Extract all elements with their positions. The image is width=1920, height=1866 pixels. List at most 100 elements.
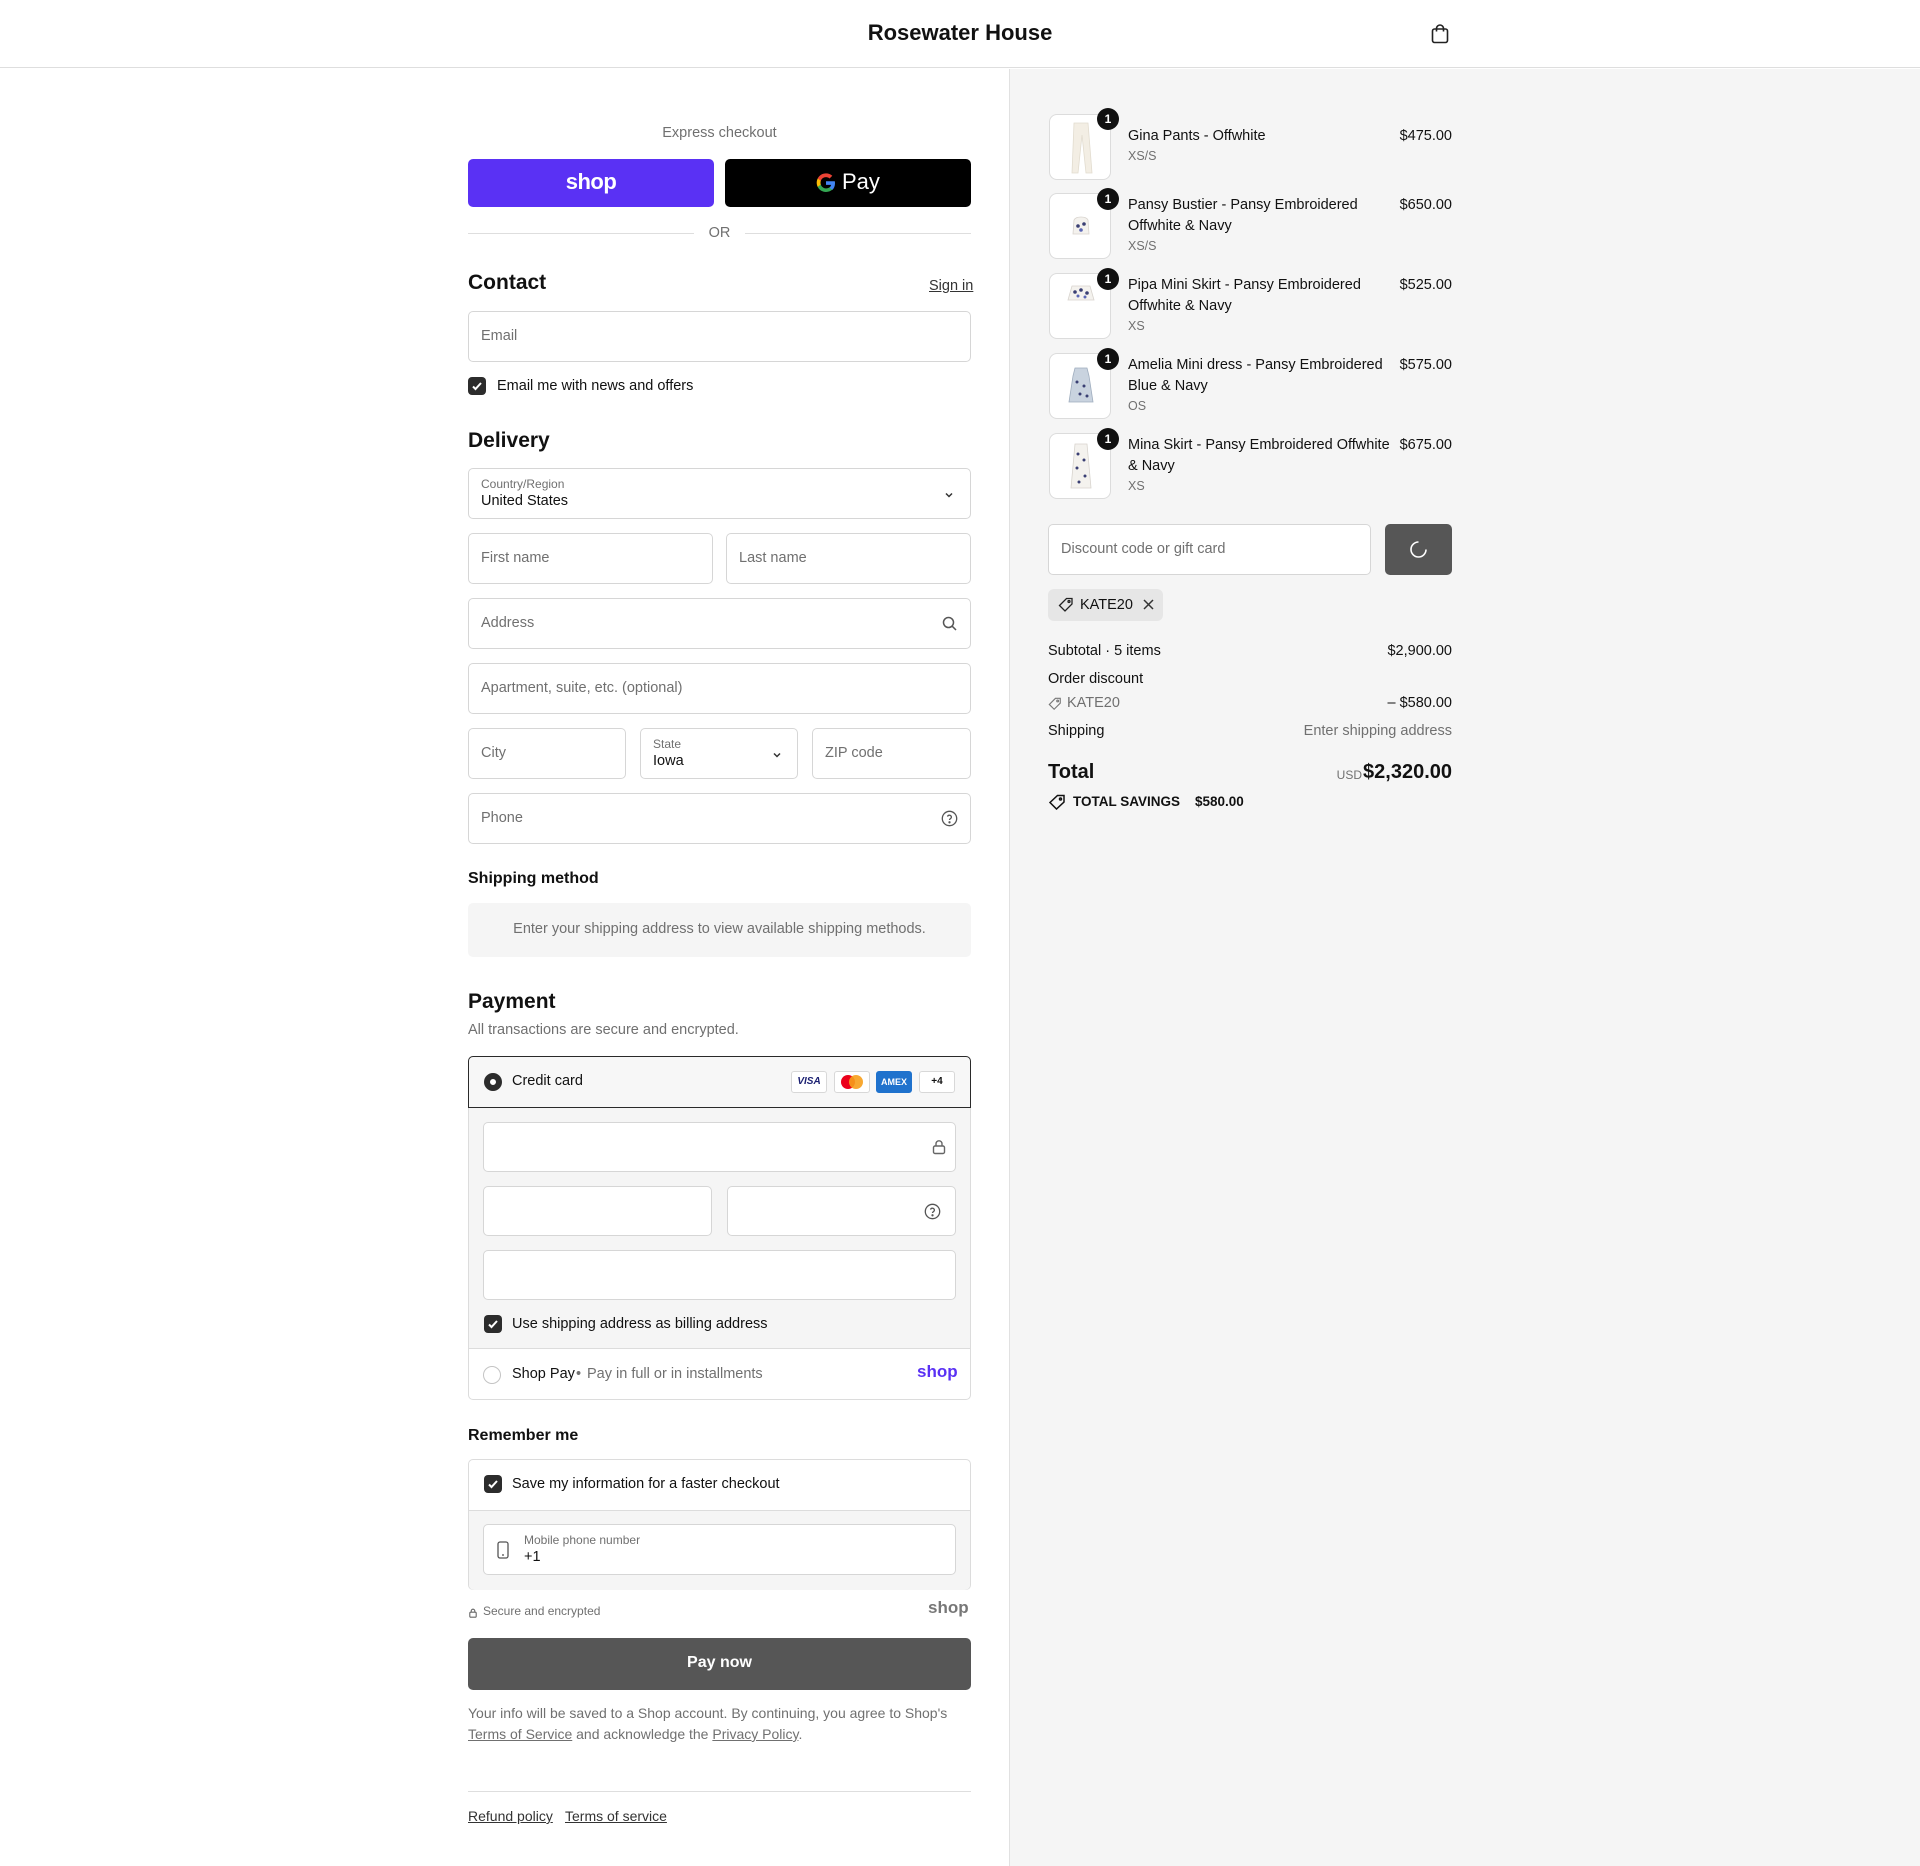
- applied-discount-tag: KATE20: [1048, 589, 1163, 621]
- shop-pay-logo: shop: [917, 1362, 958, 1381]
- secure-encrypted-text: Secure and encrypted: [483, 1604, 601, 1618]
- shopping-bag-icon[interactable]: [1428, 22, 1452, 46]
- small-lock-icon: [469, 1606, 477, 1622]
- quantity-badge: 1: [1097, 268, 1119, 290]
- delivery-heading: Delivery: [468, 429, 550, 452]
- name-on-card-field[interactable]: [483, 1250, 956, 1300]
- apply-discount-button[interactable]: [1385, 524, 1452, 575]
- credit-card-option[interactable]: Credit card VISA AMEX +4: [468, 1056, 971, 1108]
- search-icon: [942, 616, 957, 635]
- sign-in-link[interactable]: Sign in: [929, 278, 973, 294]
- shop-pay-option[interactable]: Shop Pay • Pay in full or in installment…: [469, 1350, 970, 1399]
- last-name-placeholder: Last name: [739, 550, 807, 566]
- payment-subtitle: All transactions are secure and encrypte…: [468, 1022, 739, 1038]
- contact-heading: Contact: [468, 271, 547, 294]
- news-checkbox[interactable]: [468, 377, 486, 395]
- shop-logo: shop: [928, 1598, 969, 1617]
- mobile-phone-field[interactable]: Mobile phone number +1: [483, 1524, 956, 1575]
- shop-pay-description: Pay in full or in installments: [587, 1366, 763, 1382]
- shipping-notice-text: Enter your shipping address to view avai…: [513, 921, 926, 937]
- apartment-field[interactable]: Apartment, suite, etc. (optional): [468, 663, 971, 714]
- email-field[interactable]: Email: [468, 311, 971, 362]
- country-select[interactable]: Country/Region United States: [468, 468, 971, 519]
- total-savings-value: $580.00: [1195, 794, 1244, 809]
- shop-pay-label: Shop Pay: [512, 1366, 575, 1382]
- first-name-field[interactable]: First name: [468, 533, 713, 584]
- apartment-placeholder: Apartment, suite, etc. (optional): [481, 680, 683, 696]
- expiration-field[interactable]: [483, 1186, 712, 1236]
- product-variant: XS/S: [1128, 149, 1157, 163]
- order-summary-panel: [1009, 69, 1920, 1866]
- save-info-label: Save my information for a faster checkou…: [512, 1476, 780, 1492]
- subtotal-value: $2,900.00: [1387, 643, 1452, 659]
- legal-text: Your info will be saved to a Shop accoun…: [468, 1703, 971, 1745]
- quantity-badge: 1: [1097, 428, 1119, 450]
- first-name-placeholder: First name: [481, 550, 550, 566]
- refund-policy-link[interactable]: Refund policy: [468, 1808, 553, 1824]
- legal-end: .: [798, 1726, 803, 1742]
- savings-tag-icon: [1048, 794, 1066, 814]
- zip-field[interactable]: ZIP code: [812, 728, 971, 779]
- divider-left: [468, 233, 694, 234]
- chevron-down-icon: [943, 489, 955, 505]
- save-info-checkbox[interactable]: [484, 1475, 502, 1493]
- applied-code-label: KATE20: [1080, 597, 1133, 613]
- product-price: $650.00: [1399, 197, 1452, 213]
- product-price: $525.00: [1399, 277, 1452, 293]
- state-value: Iowa: [653, 753, 684, 769]
- country-value: United States: [481, 493, 569, 509]
- city-field[interactable]: City: [468, 728, 626, 779]
- remove-discount-icon[interactable]: [1142, 598, 1155, 615]
- help-circle-icon[interactable]: [941, 810, 958, 831]
- shop-pay-radio[interactable]: [483, 1366, 501, 1384]
- express-checkout-title: Express checkout: [662, 125, 777, 141]
- address-field[interactable]: Address: [468, 598, 971, 649]
- subtotal-label: Subtotal · 5 items: [1048, 643, 1161, 659]
- pay-now-button[interactable]: Pay now: [468, 1638, 971, 1690]
- shop-pay-express-button[interactable]: shop: [468, 159, 714, 207]
- mastercard-icon: [834, 1071, 870, 1093]
- google-pay-button[interactable]: Pay: [725, 159, 971, 207]
- discount-code-field[interactable]: Discount code or gift card: [1048, 524, 1371, 575]
- shipping-method-heading: Shipping method: [468, 870, 599, 887]
- product-variant: XS: [1128, 479, 1145, 493]
- or-divider: OR: [708, 225, 731, 241]
- store-name[interactable]: Rosewater House: [0, 20, 1920, 46]
- loading-spinner-icon: [1409, 540, 1428, 563]
- legal-and: and acknowledge the: [576, 1726, 709, 1742]
- credit-card-radio[interactable]: [484, 1073, 502, 1091]
- help-circle-icon[interactable]: [924, 1203, 941, 1224]
- billing-label: Use shipping address as billing address: [512, 1316, 768, 1332]
- shop-pay-separator: •: [576, 1366, 582, 1382]
- billing-checkbox[interactable]: [484, 1315, 502, 1333]
- quantity-badge: 1: [1097, 188, 1119, 210]
- country-label: Country/Region: [481, 477, 565, 491]
- card-number-field[interactable]: [483, 1122, 956, 1172]
- chevron-down-icon: [771, 749, 783, 765]
- credit-card-label: Credit card: [512, 1073, 583, 1089]
- tag-icon: [1058, 597, 1074, 617]
- order-discount-label: Order discount: [1048, 671, 1144, 687]
- more-cards-badge: +4: [919, 1071, 955, 1093]
- shop-pay-logo: shop: [565, 169, 617, 194]
- pay-now-label: Pay now: [687, 1654, 752, 1671]
- quantity-badge: 1: [1097, 348, 1119, 370]
- last-name-field[interactable]: Last name: [726, 533, 971, 584]
- security-code-field[interactable]: [727, 1186, 956, 1236]
- state-select[interactable]: State Iowa: [640, 728, 798, 779]
- shipping-label: Shipping: [1048, 723, 1105, 739]
- legal-line1: Your info will be saved to a Shop accoun…: [468, 1705, 948, 1721]
- product-price: $575.00: [1399, 357, 1452, 373]
- discount-value: – $580.00: [1387, 695, 1452, 711]
- shipping-value: Enter shipping address: [1303, 723, 1452, 739]
- product-variant: XS/S: [1128, 239, 1157, 253]
- mobile-phone-icon: [497, 1541, 509, 1563]
- privacy-policy-link[interactable]: Privacy Policy: [712, 1726, 798, 1742]
- total-savings-label: TOTAL SAVINGS: [1073, 794, 1181, 809]
- terms-of-service-link[interactable]: Terms of Service: [468, 1726, 572, 1742]
- zip-placeholder: ZIP code: [825, 745, 883, 761]
- mobile-value: +1: [524, 1549, 541, 1565]
- lock-icon: [932, 1139, 946, 1159]
- terms-of-service-footer-link[interactable]: Terms of service: [565, 1808, 667, 1824]
- phone-field[interactable]: Phone: [468, 793, 971, 844]
